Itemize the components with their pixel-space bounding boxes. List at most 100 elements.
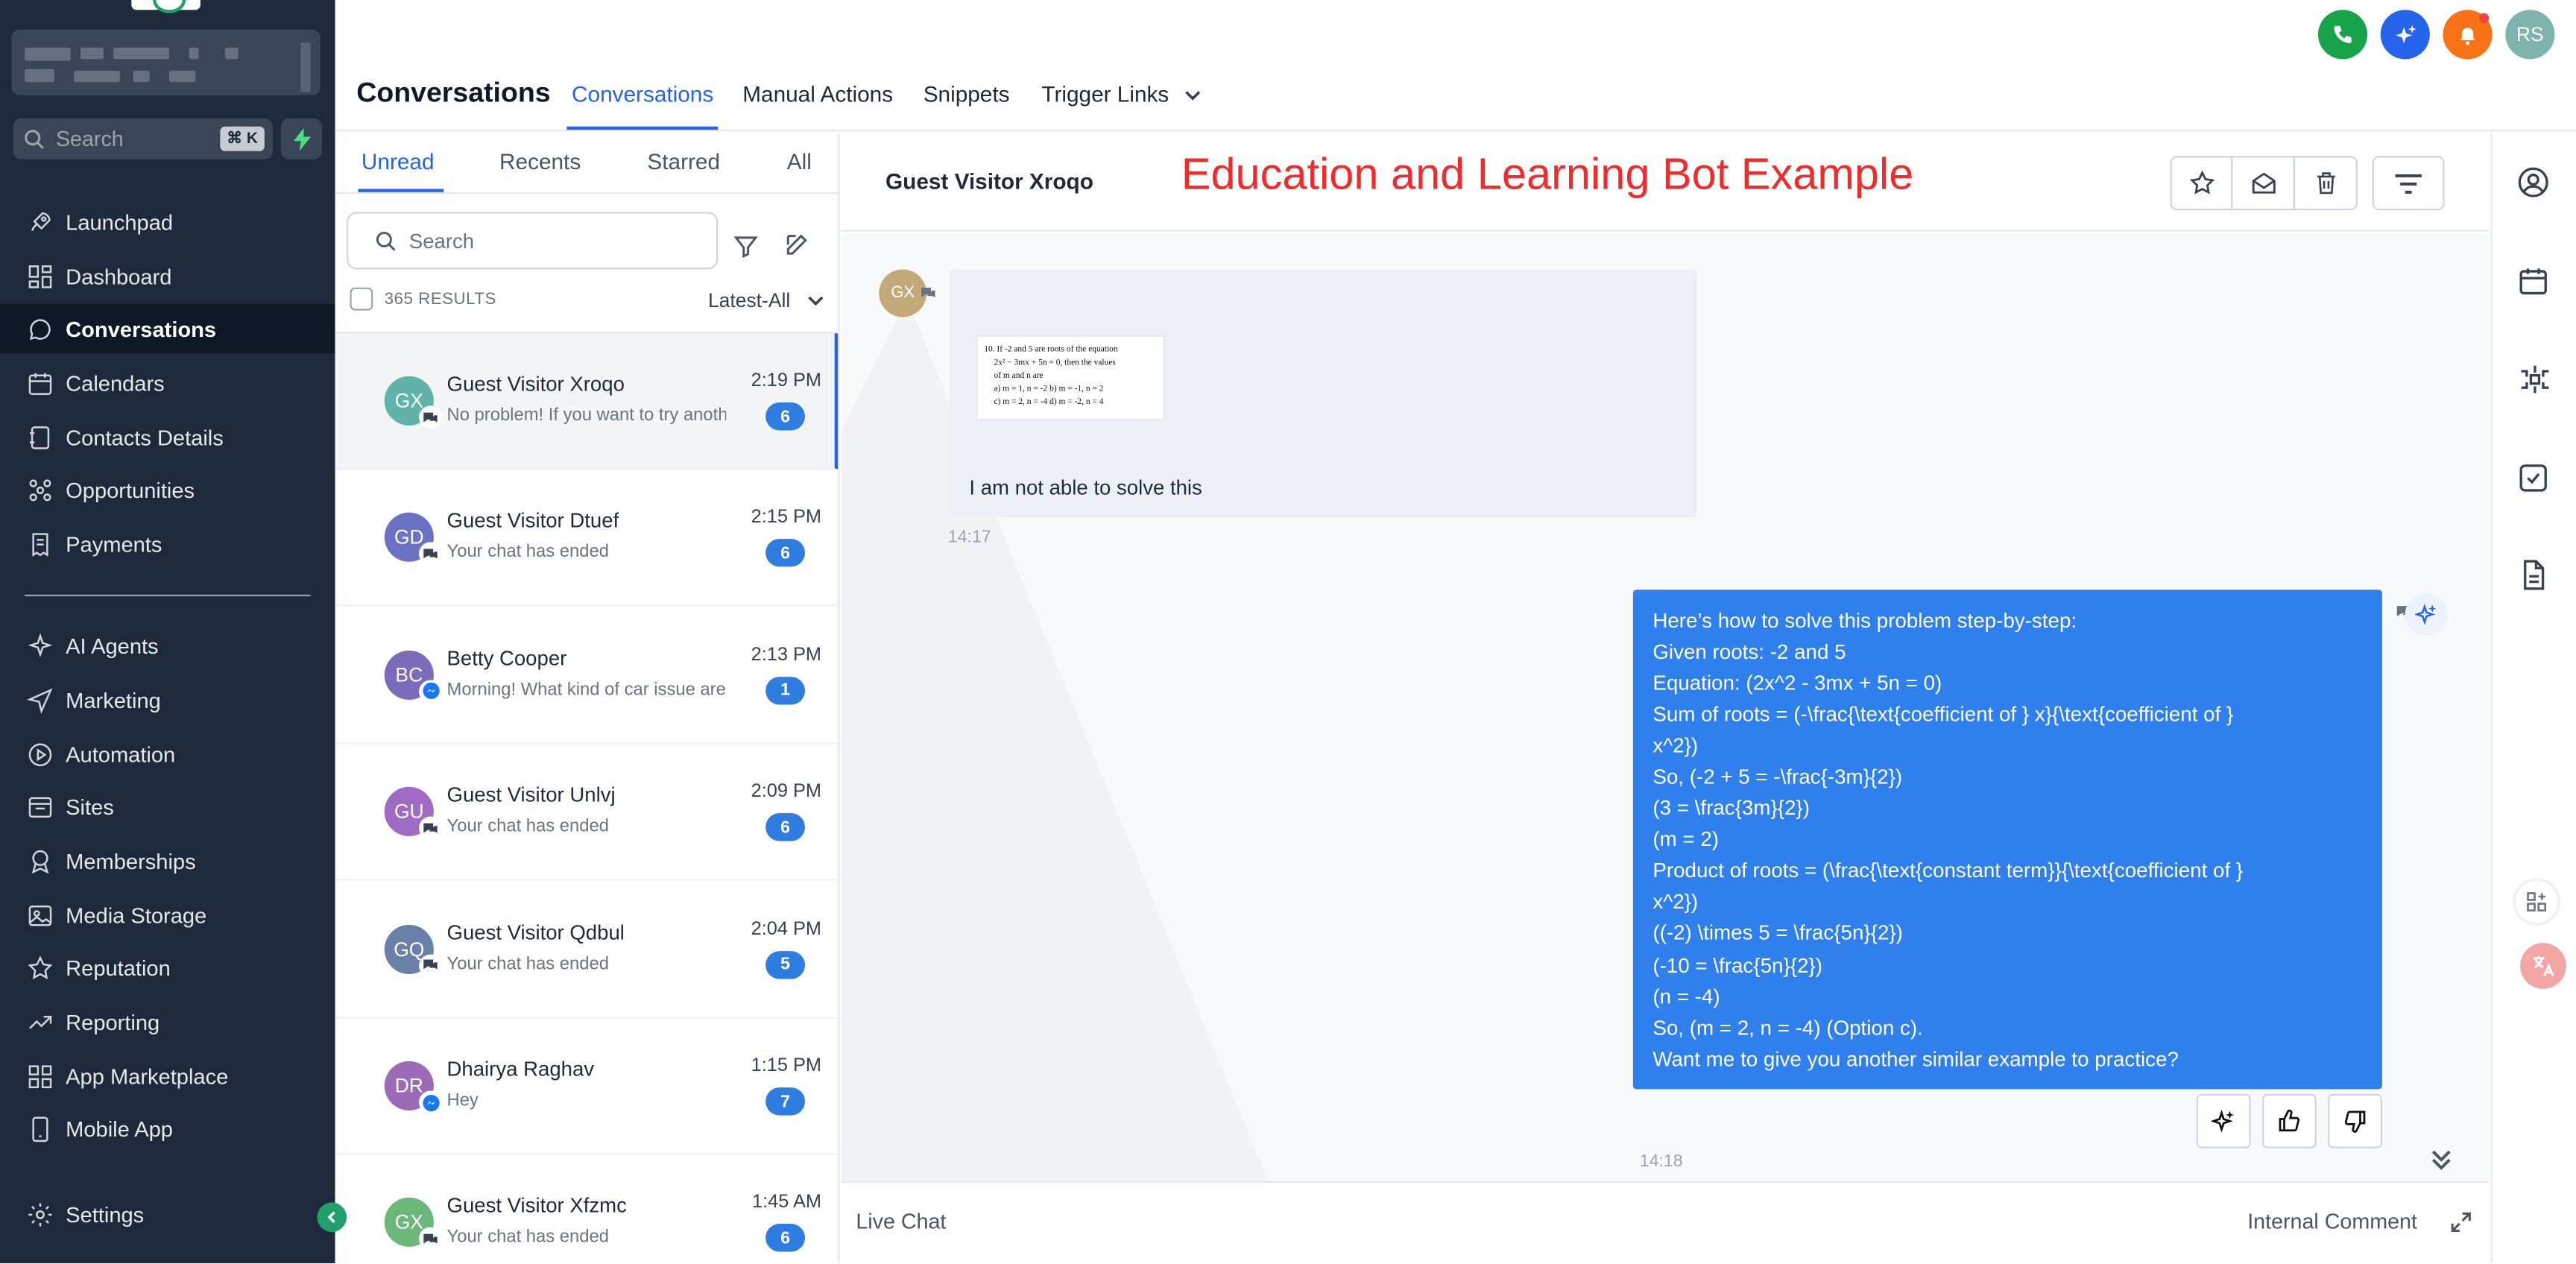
- sidebar-item-settings[interactable]: Settings: [0, 1189, 335, 1239]
- conversation-list-item[interactable]: GX Guest Visitor Xfzmc Your chat has ended…: [335, 1155, 838, 1263]
- star-icon: [2188, 170, 2214, 195]
- sidebar-item-calendars[interactable]: Calendars: [0, 358, 335, 407]
- thumbs-down-button[interactable]: [2328, 1093, 2382, 1148]
- sidebar-item-payments[interactable]: Payments: [0, 519, 335, 568]
- translate-button[interactable]: [2520, 943, 2566, 989]
- tab-starred[interactable]: Starred: [647, 150, 720, 174]
- translate-icon: [2533, 955, 2554, 976]
- calendar-icon: [28, 372, 52, 394]
- sidebar-item-label: Settings: [66, 1201, 145, 1227]
- unread-count-badge: 7: [765, 1087, 806, 1116]
- message-line: x^2}): [1652, 734, 1699, 758]
- quick-action-button[interactable]: [280, 118, 323, 159]
- image-text-line: c) m = 2, n = -4 d) m = -2, n = 4: [994, 397, 1103, 406]
- sidebar-item-reputation[interactable]: Reputation: [0, 943, 335, 992]
- collapse-sidebar-button[interactable]: [317, 1202, 347, 1233]
- sidebar-item-conversations[interactable]: Conversations: [0, 303, 335, 353]
- sidebar-item-reporting[interactable]: Reporting: [0, 997, 335, 1046]
- conversation-list-item[interactable]: DR Dhairya Raghav Hey 1:15 PM 7: [335, 1019, 839, 1155]
- conversation-search-input[interactable]: Search: [347, 212, 719, 270]
- tab-all[interactable]: All: [787, 150, 812, 174]
- message-time: 1:15 PM: [751, 1056, 822, 1076]
- tab-conversations[interactable]: Conversations: [572, 82, 713, 107]
- delete-button[interactable]: [2293, 156, 2358, 211]
- task-checkbox-icon[interactable]: [2517, 461, 2550, 494]
- sidebar-item-marketing[interactable]: Marketing: [0, 675, 335, 724]
- sidebar-search[interactable]: Search ⌘ K: [13, 118, 273, 159]
- expand-icon[interactable]: [2449, 1210, 2472, 1233]
- thumbs-up-icon: [2279, 1109, 2300, 1132]
- sidebar-item-sites[interactable]: Sites: [0, 782, 335, 831]
- document-icon[interactable]: [2517, 558, 2550, 591]
- tab-unread[interactable]: Unread: [362, 150, 435, 174]
- sidebar-item-launchpad[interactable]: Launchpad: [0, 197, 335, 246]
- call-button[interactable]: [2317, 10, 2368, 60]
- user-profile-icon[interactable]: [2517, 166, 2550, 199]
- message-time: 1:45 AM: [752, 1193, 822, 1213]
- sidebar-item-automation[interactable]: Automation: [0, 730, 335, 779]
- sidebar-item-memberships[interactable]: Memberships: [0, 836, 335, 885]
- results-count: 365 RESULTS: [384, 291, 496, 309]
- mark-read-button[interactable]: [2231, 156, 2296, 211]
- compose-icon[interactable]: [783, 232, 809, 258]
- message-timestamp: 14:18: [1639, 1151, 1683, 1172]
- notifications-button[interactable]: [2443, 10, 2493, 60]
- sort-dropdown[interactable]: Latest-All: [708, 289, 790, 312]
- channel-badge: [419, 405, 442, 429]
- active-tab-indicator: [566, 126, 719, 130]
- conversation-list-item[interactable]: GQ Guest Visitor Qdbul Your chat has ended…: [335, 882, 839, 1018]
- image-text-line: 10. If -2 and 5 are roots of the equatio…: [984, 345, 1118, 354]
- message-line: Given roots: -2 and 5: [1652, 640, 1846, 664]
- sidebar-item-label: App Marketplace: [66, 1064, 229, 1089]
- sidebar-item-app-marketplace[interactable]: App Marketplace: [0, 1052, 335, 1101]
- calendar-icon[interactable]: [2517, 265, 2550, 297]
- select-all-checkbox[interactable]: [350, 287, 373, 311]
- chat-panel: Guest Visitor Xroqo Education and Learni…: [841, 133, 2490, 1263]
- workflow-icon[interactable]: [2517, 363, 2553, 396]
- sidebar-item-contacts[interactable]: Contacts Details: [0, 412, 335, 461]
- tab-trigger-links-label: Trigger Links: [1041, 82, 1169, 107]
- sidebar-item-media-storage[interactable]: Media Storage: [0, 891, 335, 940]
- star-button[interactable]: [2170, 156, 2233, 211]
- message-preview: Your chat has ended: [446, 953, 609, 974]
- tab-recents[interactable]: Recents: [499, 150, 581, 174]
- receipt-icon: [32, 532, 48, 556]
- user-avatar[interactable]: RS: [2505, 10, 2555, 60]
- chevron-down-icon: [1185, 91, 1201, 101]
- search-placeholder: Search: [408, 229, 475, 253]
- ai-rewrite-button[interactable]: [2196, 1093, 2251, 1148]
- account-switcher[interactable]: [11, 29, 321, 95]
- bell-icon: [2460, 28, 2475, 45]
- conversation-list-item[interactable]: GX Guest Visitor Xroqo No problem! If you …: [335, 333, 839, 470]
- add-widget-icon: [2527, 892, 2546, 911]
- sidebar-item-ai-agents[interactable]: AI Agents: [0, 621, 335, 670]
- message-line: (n = -4): [1652, 985, 1720, 1008]
- filter-messages-button[interactable]: [2372, 156, 2445, 211]
- tab-manual-actions[interactable]: Manual Actions: [742, 82, 893, 107]
- conversation-list-item[interactable]: BC Betty Cooper Morning! What kind of car …: [335, 607, 839, 745]
- attachment-image[interactable]: 10. If -2 and 5 are roots of the equatio…: [976, 335, 1165, 421]
- tab-trigger-links[interactable]: Trigger Links: [1041, 82, 1201, 107]
- sidebar-item-dashboard[interactable]: Dashboard: [0, 251, 335, 300]
- double-chevron-down-icon[interactable]: [2428, 1146, 2455, 1172]
- chat-channel-icon: [423, 549, 438, 559]
- conversation-list-item[interactable]: GD Guest Visitor Dtuef Your chat has ended…: [335, 470, 839, 607]
- thumbs-up-button[interactable]: [2262, 1093, 2317, 1148]
- tab-live-chat[interactable]: Live Chat: [856, 1209, 946, 1233]
- sidebar-item-mobile-app[interactable]: Mobile App: [0, 1104, 335, 1153]
- ai-assistant-button[interactable]: [2380, 10, 2430, 60]
- filter-icon[interactable]: [733, 233, 759, 259]
- sidebar-item-label: Reputation: [66, 955, 171, 980]
- unread-count-badge: 6: [765, 402, 806, 431]
- tab-internal-comment[interactable]: Internal Comment: [2247, 1209, 2417, 1233]
- conversation-list-item[interactable]: GU Guest Visitor Unlvj Your chat has ended…: [335, 745, 839, 881]
- chevron-down-icon[interactable]: [806, 294, 824, 308]
- composer-bar: Live Chat Internal Comment: [841, 1181, 2490, 1263]
- tab-snippets[interactable]: Snippets: [924, 82, 1010, 107]
- image-text-line: a) m = 1, n = -2 b) m = -1, n = 2: [994, 385, 1103, 394]
- phone-call-icon: [2334, 25, 2352, 43]
- sidebar-item-opportunities[interactable]: Opportunities: [0, 465, 335, 514]
- sidebar-item-label: Media Storage: [66, 903, 207, 928]
- add-app-button[interactable]: [2515, 880, 2558, 923]
- sidebar-item-label: Mobile App: [66, 1116, 173, 1141]
